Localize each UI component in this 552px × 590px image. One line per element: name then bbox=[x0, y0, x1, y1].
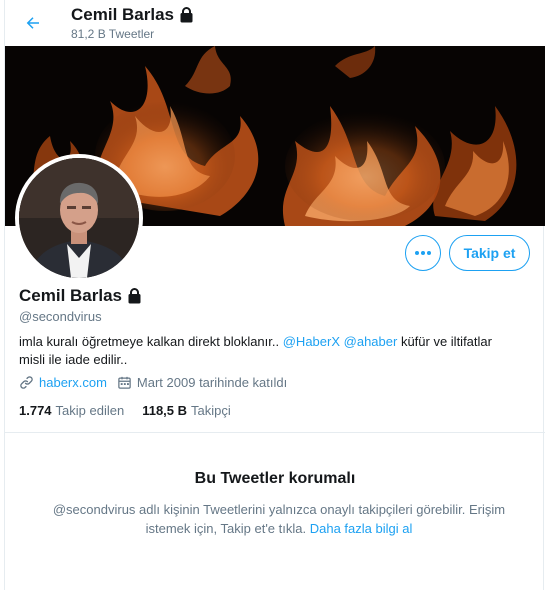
profile-handle: @secondvirus bbox=[19, 309, 102, 324]
following-count: 1.774 bbox=[19, 403, 52, 418]
link-icon bbox=[20, 376, 33, 389]
joined-date: Mart 2009 tarihinde katıldı bbox=[136, 375, 288, 390]
arrow-left-icon bbox=[26, 17, 39, 29]
lock-icon bbox=[180, 7, 193, 23]
website-link[interactable]: haberx.com bbox=[39, 375, 107, 390]
divider bbox=[5, 432, 545, 433]
profile-name: Cemil Barlas bbox=[19, 286, 142, 306]
profile-column: Cemil Barlas 81,2 B Tweetler Takip et Ce… bbox=[4, 0, 545, 590]
followers-count: 118,5 B bbox=[142, 403, 188, 418]
protected-message: @secondvirus adlı kişinin Tweetlerini ya… bbox=[39, 500, 519, 538]
tweet-count: 81,2 B Tweetler bbox=[71, 27, 155, 41]
followers-label: Takipçi bbox=[191, 403, 231, 418]
header-name: Cemil Barlas bbox=[71, 5, 174, 24]
profile-stats: 1.774 Takip edilen 118,5 B Takipçi bbox=[19, 403, 231, 418]
calendar-icon bbox=[118, 376, 131, 389]
more-options-button[interactable] bbox=[405, 235, 441, 271]
followers-stat[interactable]: 118,5 B Takipçi bbox=[142, 403, 231, 418]
more-dots-icon bbox=[415, 251, 431, 255]
avatar[interactable] bbox=[15, 154, 143, 282]
following-stat[interactable]: 1.774 Takip edilen bbox=[19, 403, 124, 418]
mention-link-haberx[interactable]: @HaberX bbox=[283, 334, 340, 349]
website-item: haberx.com bbox=[19, 375, 107, 390]
profile-bio: imla kuralı öğretmeye kalkan direkt blok… bbox=[19, 333, 519, 369]
learn-more-link[interactable]: Daha fazla bilgi al bbox=[310, 521, 413, 536]
mention-link-ahaber[interactable]: @ahaber bbox=[344, 334, 398, 349]
top-bar: Cemil Barlas 81,2 B Tweetler bbox=[5, 0, 545, 46]
profile-name-text: Cemil Barlas bbox=[19, 286, 122, 305]
bio-text-before: imla kuralı öğretmeye kalkan direkt blok… bbox=[19, 334, 283, 349]
profile-meta: haberx.com Mart 2009 tarihinde katıldı bbox=[19, 375, 297, 390]
protected-title: Bu Tweetler korumalı bbox=[194, 470, 356, 487]
joined-item: Mart 2009 tarihinde katıldı bbox=[117, 375, 287, 390]
lock-icon bbox=[128, 288, 141, 304]
header-title: Cemil Barlas bbox=[71, 5, 194, 25]
protected-message-text: @secondvirus adlı kişinin Tweetlerini ya… bbox=[52, 502, 506, 536]
back-button[interactable] bbox=[17, 7, 49, 39]
following-label: Takip edilen bbox=[55, 403, 125, 418]
follow-button[interactable]: Takip et bbox=[449, 235, 530, 271]
